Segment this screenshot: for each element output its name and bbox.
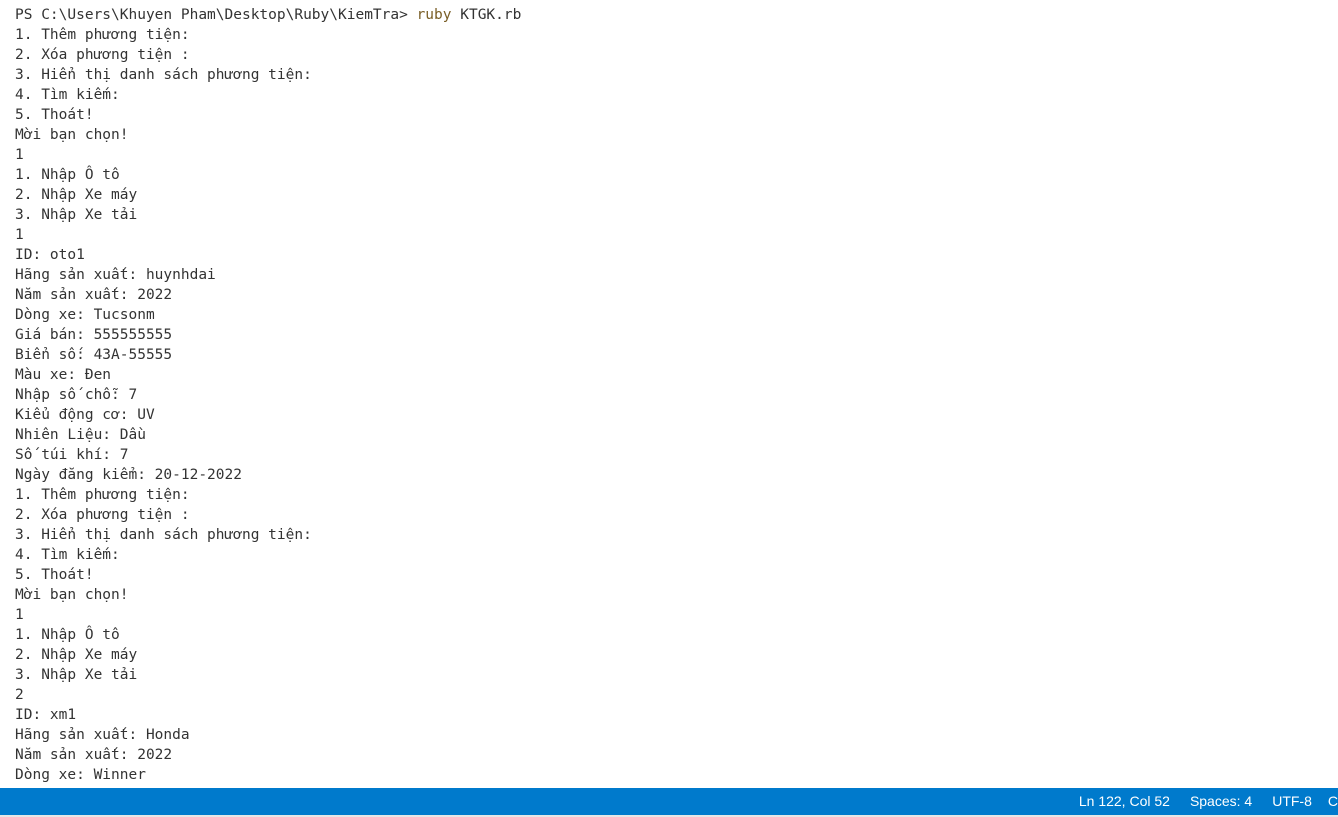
terminal-line: 2: [15, 687, 24, 703]
terminal-line: 2. Xóa phương tiện :: [15, 47, 190, 63]
terminal-output-lines: 1. Thêm phương tiện: 2. Xóa phương tiện :…: [15, 25, 521, 785]
terminal-line: Ngày đăng kiểm: 20-12-2022: [15, 467, 242, 483]
terminal-line: 1: [15, 147, 24, 163]
terminal-line: Năm sản xuất: 2022: [15, 747, 173, 763]
terminal-line: 3. Hiển thị danh sách phương tiện:: [15, 67, 312, 83]
terminal-line: 2. Nhập Xe máy: [15, 647, 138, 663]
encoding-item[interactable]: UTF-8: [1262, 788, 1322, 815]
terminal-line: 3. Nhập Xe tải: [15, 667, 138, 683]
terminal-line: Nhập số chỗ: 7: [15, 387, 138, 403]
terminal-line: 3. Nhập Xe tải: [15, 207, 138, 223]
terminal-line: 4. Tìm kiếm:: [15, 87, 120, 103]
terminal-line: Hãng sản xuất: huynhdai: [15, 267, 216, 283]
terminal-line: 1. Nhập Ô tô: [15, 627, 120, 643]
terminal-line: Giá bán: 555555555: [15, 327, 173, 343]
terminal-line: 5. Thoát!: [15, 107, 94, 123]
status-bar: Ln 122, Col 52 Spaces: 4 UTF-8 C: [0, 788, 1338, 815]
terminal-line: Dòng xe: Tucsonm: [15, 307, 155, 323]
terminal-line: Biển số: 43A-55555: [15, 347, 173, 363]
terminal-line: 4. Tìm kiếm:: [15, 547, 120, 563]
terminal-line: 5. Thoát!: [15, 567, 94, 583]
terminal-line: 2. Xóa phương tiện :: [15, 507, 190, 523]
terminal-line: ID: oto1: [15, 247, 85, 263]
terminal-output: ... ... PS C:\Users\Khuyen Pham\Desktop\…: [15, 0, 521, 785]
terminal-line: 1. Nhập Ô tô: [15, 167, 120, 183]
prompt-command: ruby: [416, 7, 452, 23]
terminal-line: Số túi khí: 7: [15, 447, 129, 463]
prompt-args: KTGK.rb: [460, 7, 522, 23]
terminal-line: Mời bạn chọn!: [15, 587, 129, 603]
prompt-path: PS C:\Users\Khuyen Pham\Desktop\Ruby\Kie…: [15, 7, 408, 23]
terminal-line: Năm sản xuất: 2022: [15, 287, 173, 303]
terminal-line: 1. Thêm phương tiện:: [15, 487, 190, 503]
terminal-prompt-line: PS C:\Users\Khuyen Pham\Desktop\Ruby\Kie…: [15, 5, 521, 25]
terminal-line: 1. Thêm phương tiện:: [15, 27, 190, 43]
terminal-line: Nhiên Liệu: Dầu: [15, 427, 146, 443]
terminal-line: Màu xe: Đen: [15, 367, 112, 383]
cursor-position-item[interactable]: Ln 122, Col 52: [1069, 788, 1180, 815]
terminal-line: 3. Hiển thị danh sách phương tiện:: [15, 527, 312, 543]
terminal-line: Hãng sản xuất: Honda: [15, 727, 190, 743]
line-ending-item[interactable]: C: [1322, 788, 1338, 815]
terminal-panel[interactable]: ... ... PS C:\Users\Khuyen Pham\Desktop\…: [0, 0, 1338, 788]
terminal-line: 1: [15, 607, 24, 623]
terminal-line: Kiểu động cơ: UV: [15, 407, 155, 423]
terminal-line: 2. Nhập Xe máy: [15, 187, 138, 203]
indentation-item[interactable]: Spaces: 4: [1180, 788, 1262, 815]
terminal-line: Dòng xe: Winner: [15, 767, 146, 783]
status-bar-right: Ln 122, Col 52 Spaces: 4 UTF-8 C: [1069, 788, 1338, 815]
terminal-line: Mời bạn chọn!: [15, 127, 129, 143]
terminal-line: ID: xm1: [15, 707, 77, 723]
terminal-line: 1: [15, 227, 24, 243]
